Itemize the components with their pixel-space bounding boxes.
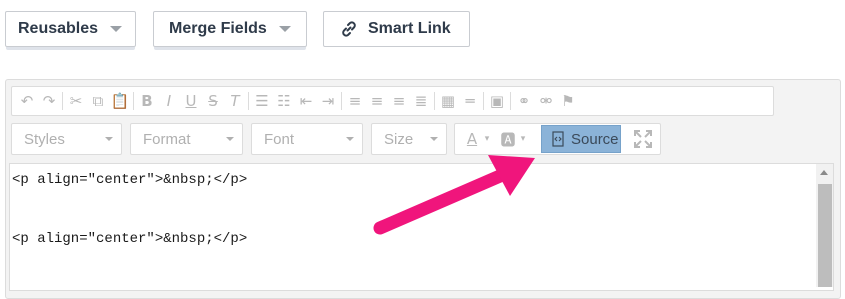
decrease-indent-icon[interactable]: ⇤ [295,90,317,112]
smart-link-label: Smart Link [368,20,451,37]
font-label: Font [264,130,295,148]
chevron-down-icon [346,137,354,141]
separator [434,92,435,110]
unlink-icon[interactable]: ⚮ [535,90,557,112]
source-icon [552,131,564,147]
reusables-label: Reusables [18,20,99,37]
format-label: Format [143,130,191,148]
separator [510,92,511,110]
chevron-down-icon[interactable]: ▾ [483,128,491,150]
cut-icon[interactable]: ✂ [65,90,87,112]
styles-combo[interactable]: Styles [11,123,122,155]
numbered-list-icon[interactable]: ☰ [251,90,273,112]
paste-icon[interactable]: 📋 [109,90,131,112]
remove-format-icon[interactable]: T [224,90,246,112]
chevron-down-icon [226,137,234,141]
styles-label: Styles [24,130,65,148]
chevron-down-icon [278,26,291,32]
format-combo[interactable]: Format [130,123,243,155]
bulleted-list-icon[interactable]: ☷ [273,90,295,112]
text-color-icon[interactable]: A [461,128,483,150]
justify-icon[interactable]: ≣ [410,90,432,112]
strikethrough-icon[interactable]: S [202,90,224,112]
table-icon[interactable]: ▦ [437,90,459,112]
merge-fields-label: Merge Fields [169,20,267,37]
size-combo[interactable]: Size [371,123,447,155]
separator [483,92,484,110]
link-icon[interactable]: ⚭ [513,90,535,112]
image-icon[interactable]: ▣ [486,90,508,112]
size-label: Size [384,130,414,148]
font-combo[interactable]: Font [251,123,363,155]
align-left-icon[interactable]: ≡ [344,90,366,112]
separator [133,92,134,110]
source-button[interactable]: Source [541,125,621,153]
chevron-down-icon[interactable]: ▾ [519,128,527,150]
chevron-down-icon [430,137,438,141]
smart-link-button[interactable]: Smart Link [323,11,470,47]
source-label: Source [571,130,619,148]
link-icon [342,21,356,37]
maximize-icon[interactable] [633,129,653,149]
copy-icon[interactable]: ⧉ [87,90,109,112]
bold-icon[interactable]: B [136,90,158,112]
horizontal-line-icon[interactable]: ═ [459,90,481,112]
chevron-down-icon [105,137,113,141]
redo-icon[interactable]: ↷ [38,90,60,112]
increase-indent-icon[interactable]: ⇥ [317,90,339,112]
chevron-down-icon [110,26,123,32]
underline-icon[interactable]: U [180,90,202,112]
separator [248,92,249,110]
reusables-dropdown[interactable]: Reusables [5,11,136,50]
code-line: <p align="center">&nbsp;</p> [12,231,248,247]
anchor-icon[interactable]: ⚑ [557,90,579,112]
code-line: <p align="center">&nbsp;</p> [12,172,248,188]
scroll-up-icon[interactable] [820,170,828,175]
separator [341,92,342,110]
undo-icon[interactable]: ↶ [16,90,38,112]
toolbar-row-1: ↶ ↷ ✂ ⧉ 📋 B I U S T ☰ ☷ ⇤ ⇥ ≡ ≡ ≡ ≣ ▦ ═ … [11,86,774,116]
align-center-icon[interactable]: ≡ [366,90,388,112]
scrollbar-thumb[interactable] [818,184,832,287]
italic-icon[interactable]: I [158,90,180,112]
separator [62,92,63,110]
merge-fields-dropdown[interactable]: Merge Fields [153,11,307,50]
background-color-icon[interactable]: 🅰 [497,128,519,150]
align-right-icon[interactable]: ≡ [388,90,410,112]
